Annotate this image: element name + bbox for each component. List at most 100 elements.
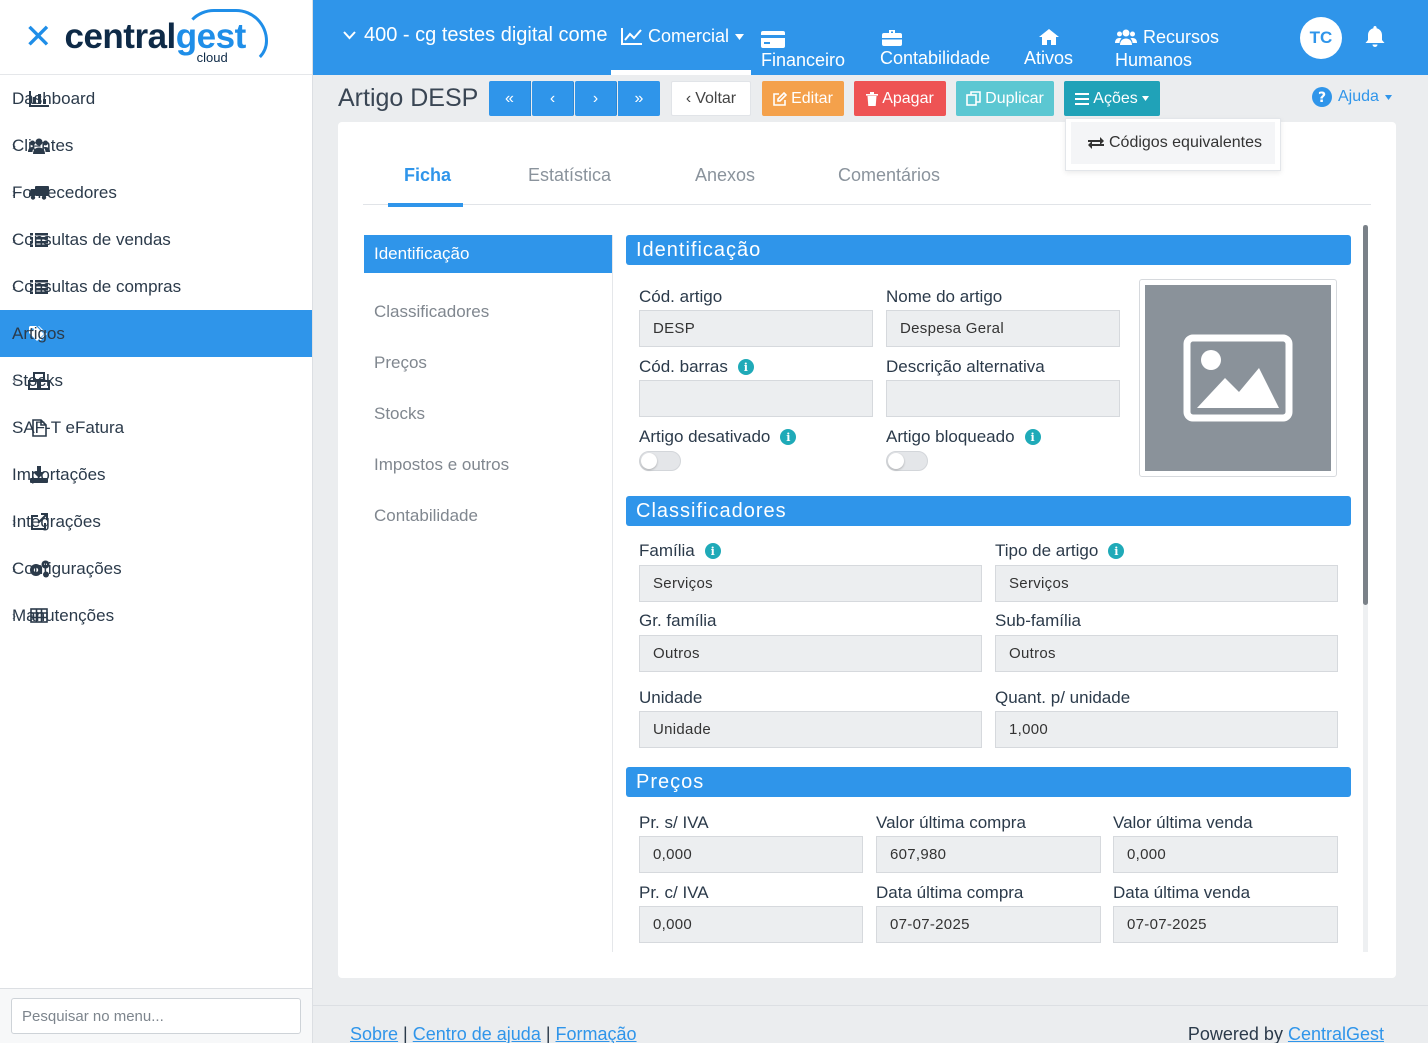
quant-unidade-input[interactable]: 1,000 <box>995 711 1338 748</box>
info-icon[interactable]: i <box>1108 543 1125 559</box>
nav-recursos-humanos[interactable]: Recursos Humanos <box>1115 26 1219 71</box>
sidebar-item-configuracoes[interactable]: › Configurações <box>0 545 312 592</box>
pr-sem-iva-input[interactable]: 0,000 <box>639 836 863 873</box>
data-ultima-venda-input[interactable]: 07-07-2025 <box>1113 906 1338 943</box>
section-nav-contabilidade[interactable]: Contabilidade <box>364 490 612 541</box>
info-icon[interactable]: i <box>737 359 754 375</box>
previous-record-button[interactable]: ‹ <box>532 81 574 116</box>
close-menu-icon[interactable]: ✕ <box>24 20 53 54</box>
sidebar-item-clientes[interactable]: › Clientes <box>0 122 312 169</box>
label-text: Nome do artigo <box>886 287 1003 306</box>
sidebar-item-consultas-vendas[interactable]: › Consultas de vendas <box>0 216 312 263</box>
sidebar-item-artigos[interactable]: Artigos <box>0 310 312 357</box>
footer-link-formacao[interactable]: Formação <box>556 1024 637 1043</box>
cod-barras-input[interactable] <box>639 380 873 417</box>
nav-comercial[interactable]: Comercial <box>621 26 745 47</box>
caret-down-icon <box>1384 94 1392 100</box>
info-icon[interactable]: i <box>780 429 797 445</box>
footer-link-sobre[interactable]: Sobre <box>350 1024 398 1043</box>
tipo-artigo-input[interactable]: Serviços <box>995 565 1338 602</box>
scrollbar-thumb[interactable] <box>1363 225 1368 605</box>
trash-icon <box>866 91 879 106</box>
company-name: 400 - cg testes digital come <box>364 24 608 46</box>
nome-artigo-input[interactable]: Despesa Geral <box>886 310 1120 347</box>
cod-barras-label: Cód. barras i <box>639 357 754 377</box>
duplicate-button-label: Duplicar <box>985 89 1044 107</box>
form-content: Identificação Cód. artigo DESP Nome do a… <box>626 235 1351 952</box>
edit-button[interactable]: Editar <box>762 81 844 116</box>
help-menu[interactable]: ? Ajuda <box>1312 87 1392 107</box>
familia-input[interactable]: Serviços <box>639 565 982 602</box>
image-icon <box>1183 334 1293 422</box>
first-record-button[interactable]: « <box>489 81 531 116</box>
footer-link-centralgest[interactable]: CentralGest <box>1288 1024 1384 1043</box>
tab-ficha[interactable]: Ficha <box>404 165 451 205</box>
info-icon[interactable]: i <box>1024 429 1041 445</box>
unidade-input[interactable]: Unidade <box>639 711 982 748</box>
nav-contabilidade[interactable]: Contabilidade <box>880 26 990 69</box>
delete-button[interactable]: Apagar <box>854 81 946 116</box>
duplicate-button[interactable]: Duplicar <box>956 81 1054 116</box>
valor-ultima-compra-label: Valor última compra <box>876 813 1026 833</box>
nav-ativos[interactable]: Ativos <box>1024 26 1073 69</box>
article-image-box[interactable] <box>1139 279 1337 477</box>
section-nav-classificadores[interactable]: Classificadores <box>364 286 612 337</box>
back-button[interactable]: ‹ Voltar <box>671 81 751 116</box>
double-chevron-left-icon: « <box>505 89 514 107</box>
artigo-bloqueado-label: Artigo bloqueado i <box>886 427 1041 447</box>
info-icon[interactable]: i <box>704 543 721 559</box>
sidebar-item-consultas-compras[interactable]: › Consultas de compras <box>0 263 312 310</box>
credit-card-icon <box>761 28 785 50</box>
sidebar-item-fornecedores[interactable]: › Fornecedores <box>0 169 312 216</box>
bell-icon[interactable] <box>1365 26 1385 52</box>
label-text: Artigo bloqueado <box>886 427 1015 446</box>
descricao-alternativa-input[interactable] <box>886 380 1120 417</box>
line-chart-icon <box>621 28 642 45</box>
user-avatar[interactable]: TC <box>1300 17 1342 59</box>
sidebar-item-importacoes[interactable]: Importações <box>0 451 312 498</box>
artigo-bloqueado-toggle[interactable] <box>886 451 928 471</box>
valor-ultima-venda-label: Valor última venda <box>1113 813 1253 833</box>
sidebar-item-stocks[interactable]: › Stocks <box>0 357 312 404</box>
sidebar-item-dashboard[interactable]: Dashboard <box>0 75 312 122</box>
centralgest-logo[interactable]: centralgest cloud <box>65 9 268 65</box>
valor-ultima-compra-input[interactable]: 607,980 <box>876 836 1101 873</box>
company-selector[interactable]: 400 - cg testes digital come <box>343 24 607 47</box>
actions-button[interactable]: Ações <box>1064 81 1160 116</box>
edit-button-label: Editar <box>791 89 833 107</box>
cod-artigo-input[interactable]: DESP <box>639 310 873 347</box>
section-nav-identificacao[interactable]: Identificação <box>364 235 612 273</box>
nav-financeiro[interactable]: Financeiro <box>761 28 845 71</box>
label-text: Data última venda <box>1113 883 1251 902</box>
artigo-desativado-toggle[interactable] <box>639 451 681 471</box>
powered-by: Powered by CentralGest <box>1188 1024 1384 1043</box>
sidebar-menu: Dashboard › Clientes › Fornecedores › Co… <box>0 75 312 639</box>
menu-search-input[interactable] <box>11 998 301 1034</box>
sub-familia-input[interactable]: Outros <box>995 635 1338 672</box>
data-ultima-compra-input[interactable]: 07-07-2025 <box>876 906 1101 943</box>
pr-com-iva-input[interactable]: 0,000 <box>639 906 863 943</box>
section-nav-precos[interactable]: Preços <box>364 337 612 388</box>
next-record-button[interactable]: › <box>575 81 617 116</box>
avatar-initials: TC <box>1309 28 1333 47</box>
dropdown-item-codigos-equivalentes[interactable]: Códigos equivalentes <box>1071 122 1275 164</box>
gr-familia-input[interactable]: Outros <box>639 635 982 672</box>
section-nav-stocks[interactable]: Stocks <box>364 388 612 439</box>
content-scrollbar[interactable] <box>1363 225 1368 952</box>
data-ultima-venda-label: Data última venda <box>1113 883 1250 903</box>
descricao-alternativa-label: Descrição alternativa <box>886 357 1045 377</box>
last-record-button[interactable]: » <box>618 81 660 116</box>
sidebar-item-saft[interactable]: SAF-T eFatura <box>0 404 312 451</box>
tab-estatistica[interactable]: Estatística <box>528 165 611 205</box>
section-nav-impostos[interactable]: Impostos e outros <box>364 439 612 490</box>
sidebar-item-integracoes[interactable]: › Integrações <box>0 498 312 545</box>
footer-link-centro-ajuda[interactable]: Centro de ajuda <box>413 1024 541 1043</box>
section-header-identificacao: Identificação <box>626 235 1351 265</box>
sidebar-item-manutencoes[interactable]: › Manutenções <box>0 592 312 639</box>
tab-anexos[interactable]: Anexos <box>695 165 755 205</box>
valor-ultima-venda-input[interactable]: 0,000 <box>1113 836 1338 873</box>
home-icon <box>1038 26 1059 48</box>
label-text: Sub-família <box>995 611 1081 630</box>
delete-button-label: Apagar <box>882 89 934 107</box>
tab-comentarios[interactable]: Comentários <box>838 165 940 205</box>
